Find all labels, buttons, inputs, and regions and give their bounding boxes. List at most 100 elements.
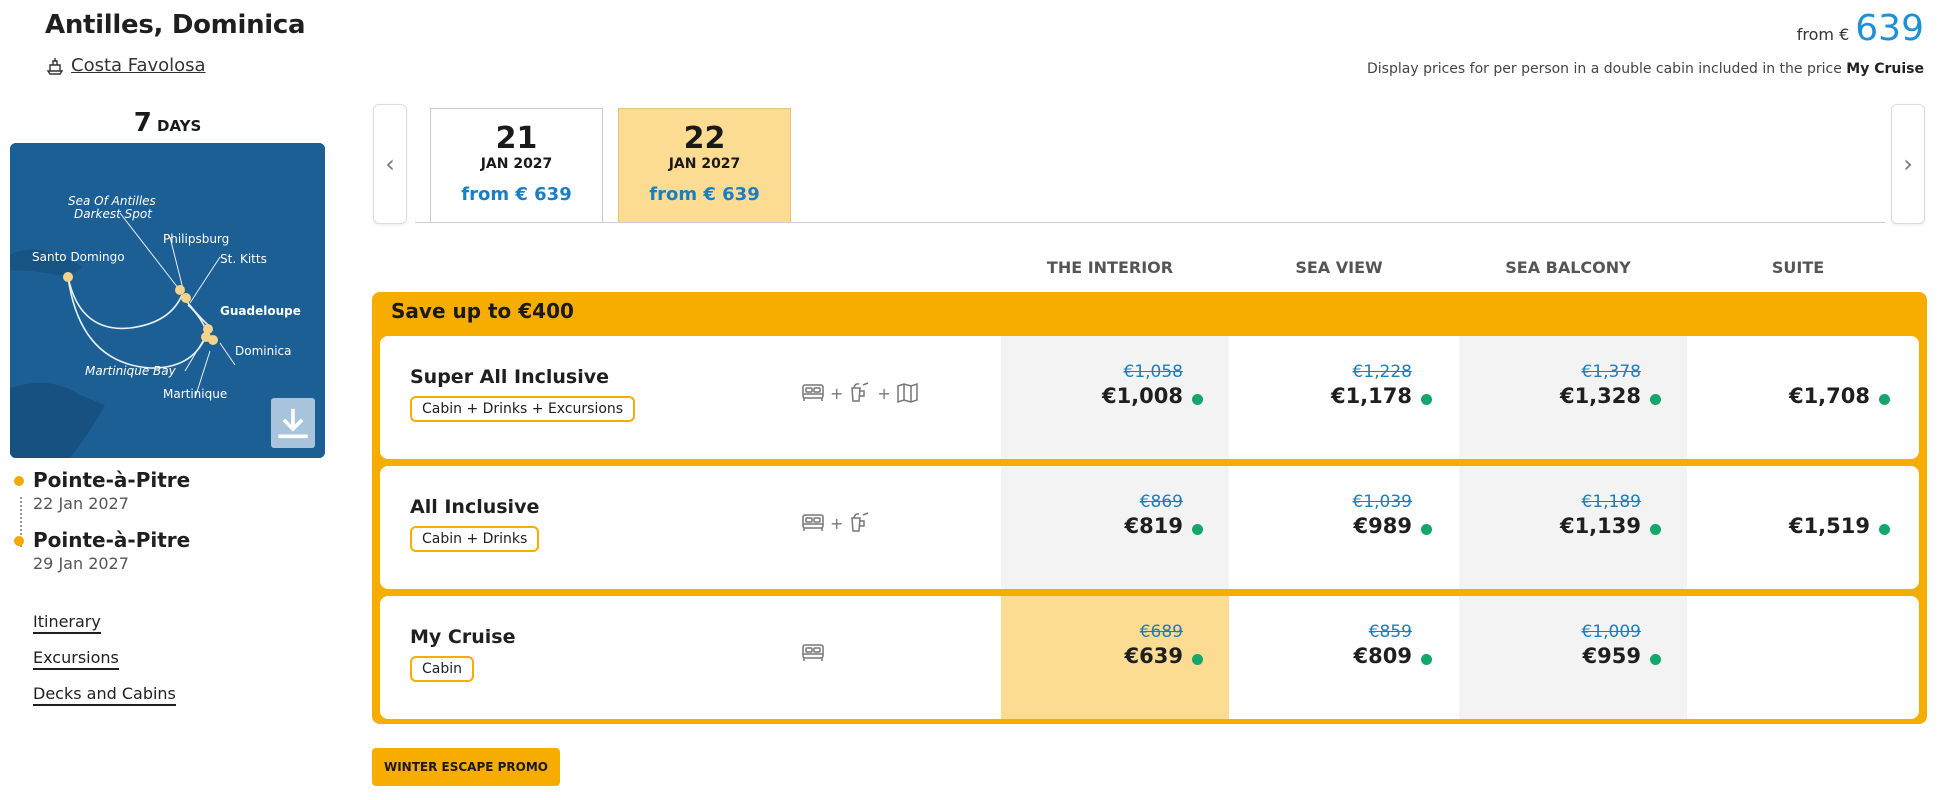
date-month-year: JAN 2027 [668,156,741,172]
price-cell[interactable]: €1,519 [1688,466,1916,589]
date-tab-22[interactable]: 22 JAN 2027 from € 639 [618,108,791,222]
old-price: €869 [1139,492,1183,512]
package-contents: Cabin + Drinks + Excursions [410,396,636,422]
availability-dot [1650,654,1661,665]
drinks-icon [851,382,869,402]
port-date: 29 Jan 2027 [33,554,129,573]
package-contents: Cabin + Drinks [410,526,540,552]
old-price: €859 [1368,622,1412,642]
price: €1,708 [1788,384,1870,408]
from-price-value: 639 [1855,8,1924,49]
chevron-left-icon: ‹ [385,150,395,178]
ship-name: Costa Favolosa [71,55,206,76]
package-row-super-all-inclusive: Super All Inclusive Cabin + Drinks + Exc… [380,336,1919,459]
availability-dot [1879,394,1890,405]
price-cell[interactable]: €1,228 €1,178 [1230,336,1458,459]
promo-title: Save up to €400 [391,299,574,323]
package-name: All Inclusive [410,496,540,518]
old-price: €1,058 [1123,362,1183,382]
chevron-right-icon: › [1903,150,1913,178]
map-label-sea: Sea Of Antilles [68,194,156,208]
departure-port: Pointe-à-Pitre 22 Jan 2027 [14,468,191,513]
package-name: Super All Inclusive [410,366,610,388]
availability-dot [1879,524,1890,535]
date-from-price: from € 639 [461,184,572,205]
column-header-sea-balcony: SEA BALCONY [1505,258,1631,277]
price: €809 [1353,644,1412,668]
column-header-suite: SUITE [1771,258,1825,277]
link-decks-cabins[interactable]: Decks and Cabins [33,684,176,706]
price: €1,519 [1788,514,1870,538]
duration: 7 DAYS [10,108,325,138]
old-price: €1,189 [1581,492,1641,512]
package-icons: + + [800,380,921,406]
map-label-santo-domingo: Santo Domingo [32,250,125,264]
from-price-label: from € [1796,25,1850,44]
price-cell[interactable]: €1,708 [1688,336,1916,459]
side-links: Itinerary Excursions Decks and Cabins [33,612,176,720]
availability-dot [1421,524,1432,535]
port-dot [14,536,24,546]
promo-table: Save up to €400 Super All Inclusive Cabi… [372,292,1927,724]
ship-link[interactable]: Costa Favolosa [45,55,206,76]
package-row-my-cruise: My Cruise Cabin €689 €639 €859 €809 €1,0… [380,596,1919,719]
map-label-martinique: Martinique [163,387,227,401]
price: €1,008 [1101,384,1183,408]
price-cell-empty [1688,596,1916,719]
price-cell[interactable]: €859 €809 [1230,596,1458,719]
price: €819 [1124,514,1183,538]
map-label-stkitts: St. Kitts [220,252,267,266]
bed-icon [802,514,824,531]
map-label-philipsburg: Philipsburg [163,232,229,246]
availability-dot [1192,524,1203,535]
price-cell[interactable]: €1,039 €989 [1230,466,1458,589]
itinerary-map[interactable]: Sea Of Antilles Darkest Spot Philipsburg… [10,143,325,458]
date-day: 22 [683,121,726,156]
from-price: from € 639 [1797,8,1924,49]
price-cell-selected[interactable]: €689 €639 [1001,596,1229,719]
port-name: Pointe-à-Pitre [33,468,191,492]
price-cell[interactable]: €1,189 €1,139 [1459,466,1687,589]
package-row-all-inclusive: All Inclusive Cabin + Drinks + €869 €819… [380,466,1919,589]
old-price: €1,378 [1581,362,1641,382]
link-excursions[interactable]: Excursions [33,648,119,670]
next-dates-button[interactable]: › [1891,104,1925,224]
map-icon [897,382,918,404]
bed-icon [802,644,824,661]
availability-dot [1650,394,1661,405]
price-cell[interactable]: €869 €819 [1001,466,1229,589]
link-itinerary[interactable]: Itinerary [33,612,101,634]
availability-dot [1650,524,1661,535]
package-icons [800,640,826,666]
price-cell[interactable]: €1,058 €1,008 [1001,336,1229,459]
old-price: €1,009 [1581,622,1641,642]
download-map-button[interactable] [271,398,315,448]
price: €1,139 [1559,514,1641,538]
package-icons: + [800,510,873,536]
map-label-martinique-bay: Martinique Bay [85,364,177,378]
price-cell[interactable]: €1,009 €959 [1459,596,1687,719]
date-tabs-divider [415,222,1885,223]
old-price: €1,228 [1352,362,1412,382]
price: €959 [1582,644,1641,668]
package-contents: Cabin [410,656,475,682]
download-icon [278,408,308,438]
date-tab-21[interactable]: 21 JAN 2027 from € 639 [430,108,603,222]
price: €639 [1124,644,1183,668]
date-day: 21 [495,121,538,156]
date-month-year: JAN 2027 [480,156,553,172]
column-header-sea-view: SEA VIEW [1295,258,1383,277]
price: €989 [1353,514,1412,538]
arrival-port: Pointe-à-Pitre 29 Jan 2027 [14,528,191,573]
price-note-bold: My Cruise [1846,61,1924,77]
price-note-text: Display prices for per person in a doubl… [1367,61,1847,77]
price-note: Display prices for per person in a doubl… [1367,61,1924,77]
port-dot [14,476,24,486]
bed-icon [802,384,824,401]
duration-label: DAYS [157,117,202,135]
port-name: Pointe-à-Pitre [33,528,191,552]
old-price: €1,039 [1352,492,1412,512]
promo-badge[interactable]: WINTER ESCAPE PROMO [372,748,560,786]
prev-dates-button[interactable]: ‹ [373,104,407,224]
price-cell[interactable]: €1,378 €1,328 [1459,336,1687,459]
